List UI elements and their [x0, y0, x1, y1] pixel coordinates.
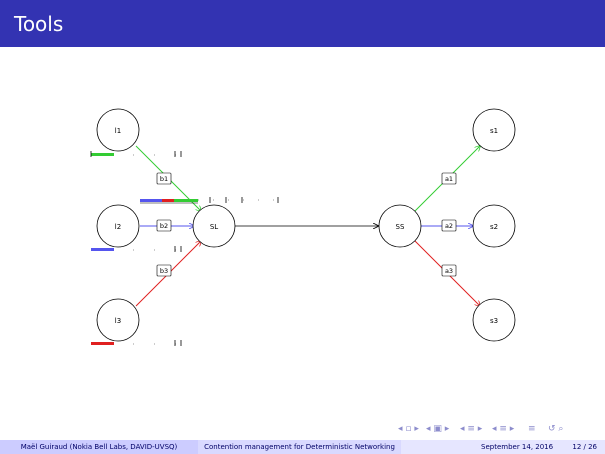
node-s2: s2: [472, 204, 516, 248]
node-ss-label: SS: [396, 223, 405, 231]
nav-section-prev-icon[interactable]: ◂ ≡ ▸: [460, 424, 482, 438]
nav-align-icon[interactable]: ≡: [528, 424, 536, 438]
slide-title: Tools: [14, 12, 64, 36]
node-s1: s1: [472, 108, 516, 152]
footer-date: September 14, 2016: [481, 443, 554, 451]
timeline-l3: [91, 340, 185, 346]
svg-text:a3: a3: [445, 267, 453, 275]
label-a1: a1: [441, 172, 457, 185]
timeline-sl: [140, 197, 279, 204]
svg-text:a1: a1: [445, 175, 453, 183]
label-a3: a3: [441, 264, 457, 277]
label-a2: a2: [441, 219, 457, 232]
footer-right: September 14, 2016 12 / 26: [401, 440, 605, 454]
label-b2: b2: [156, 219, 172, 232]
title-bar: Tools: [0, 0, 605, 47]
node-s1-label: s1: [490, 127, 498, 135]
svg-text:a2: a2: [445, 222, 453, 230]
node-ss: SS: [378, 204, 422, 248]
node-sl-label: SL: [210, 223, 218, 231]
nav-frame-prev-icon[interactable]: ◂ ▣ ▸: [426, 424, 449, 438]
network-diagram: l1 l2 l3 SL SS s1 s2 s3 b1 b2 b3 a1 a2 a…: [90, 108, 516, 346]
node-s3-label: s3: [490, 317, 498, 325]
nav-subsection-prev-icon[interactable]: ◂ ≡ ▸: [492, 424, 514, 438]
node-l1-label: l1: [115, 127, 121, 135]
node-l1: l1: [96, 108, 140, 152]
footer-author: Maël Guiraud (Nokia Bell Labs, DAVID-UVS…: [0, 440, 198, 454]
node-l3-label: l3: [115, 317, 121, 325]
label-b3: b3: [156, 264, 172, 277]
footer-talk-title: Contention management for Deterministic …: [198, 440, 401, 454]
svg-text:b2: b2: [160, 222, 168, 230]
node-l3: l3: [96, 298, 140, 342]
svg-text:b1: b1: [160, 175, 168, 183]
label-b1: b1: [156, 172, 172, 185]
node-s3: s3: [472, 298, 516, 342]
footer: Maël Guiraud (Nokia Bell Labs, DAVID-UVS…: [0, 440, 605, 454]
node-s2-label: s2: [490, 223, 498, 231]
nav-search-icon[interactable]: ↺ ⌕: [548, 424, 563, 438]
node-l2-label: l2: [115, 223, 121, 231]
nav-slide-prev-icon[interactable]: ◂ ▫ ▸: [398, 424, 419, 438]
svg-text:b3: b3: [160, 267, 168, 275]
timeline-l2: [91, 246, 185, 252]
footer-page: 12 / 26: [572, 443, 597, 451]
node-sl: SL: [192, 204, 236, 248]
node-l2: l2: [96, 204, 140, 248]
timeline-l1: [90, 151, 185, 157]
